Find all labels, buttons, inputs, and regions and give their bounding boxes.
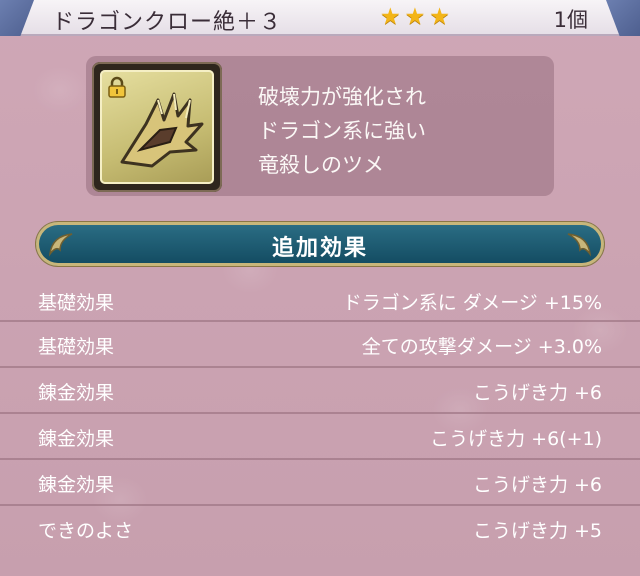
effects-list: 基礎効果 ドラゴン系に ダメージ +15% 基礎効果 全ての攻撃ダメージ +3.… (0, 278, 640, 552)
item-name: ドラゴンクロー絶＋３ (52, 10, 283, 35)
effect-type: 錬金効果 (38, 382, 115, 404)
header-right-ornament (606, 0, 640, 36)
item-header: ドラゴンクロー絶＋３ ★ ★ ★ 1個 (0, 0, 640, 36)
description-line: 破壊力が強化され (258, 85, 426, 109)
additional-effects-banner: 追加効果 (36, 222, 604, 266)
effect-value: 全ての攻撃ダメージ +3.0% (361, 336, 602, 358)
effect-row: できのよさ こうげき力 +5 (0, 506, 640, 552)
item-count: 1個 (553, 8, 588, 32)
effect-type: 錬金効果 (38, 428, 115, 450)
section-title: 追加効果 (271, 236, 368, 261)
star-icon: ★ (380, 4, 401, 30)
description-line: 竜殺しのツメ (258, 153, 384, 177)
star-rating: ★ ★ ★ (380, 5, 450, 29)
effect-row: 錬金効果 こうげき力 +6 (0, 368, 640, 414)
effect-type: 基礎効果 (38, 336, 115, 358)
star-icon: ★ (429, 4, 450, 30)
item-icon-background (100, 70, 214, 184)
effect-row: 基礎効果 全ての攻撃ダメージ +3.0% (0, 322, 640, 368)
effect-type: 錬金効果 (38, 474, 115, 496)
item-icon-frame[interactable] (92, 62, 222, 192)
effect-value: こうげき力 +5 (472, 520, 602, 542)
effect-type: できのよさ (38, 520, 134, 542)
banner-ornament-icon (567, 233, 592, 257)
effect-row: 基礎効果 ドラゴン系に ダメージ +15% (0, 278, 640, 322)
effect-value: こうげき力 +6(+1) (430, 428, 602, 450)
header-left-ornament (0, 0, 34, 36)
effect-row: 錬金効果 こうげき力 +6 (0, 460, 640, 506)
effect-type: 基礎効果 (38, 292, 115, 314)
lock-icon (108, 76, 126, 98)
item-description: 破壊力が強化され ドラゴン系に強い 竜殺しのツメ (258, 80, 426, 182)
effect-row: 錬金効果 こうげき力 +6(+1) (0, 414, 640, 460)
effect-value: ドラゴン系に ダメージ +15% (342, 292, 602, 314)
effect-value: こうげき力 +6 (472, 474, 602, 496)
effect-value: こうげき力 +6 (472, 382, 602, 404)
star-icon: ★ (404, 4, 426, 30)
description-line: ドラゴン系に強い (258, 119, 426, 143)
